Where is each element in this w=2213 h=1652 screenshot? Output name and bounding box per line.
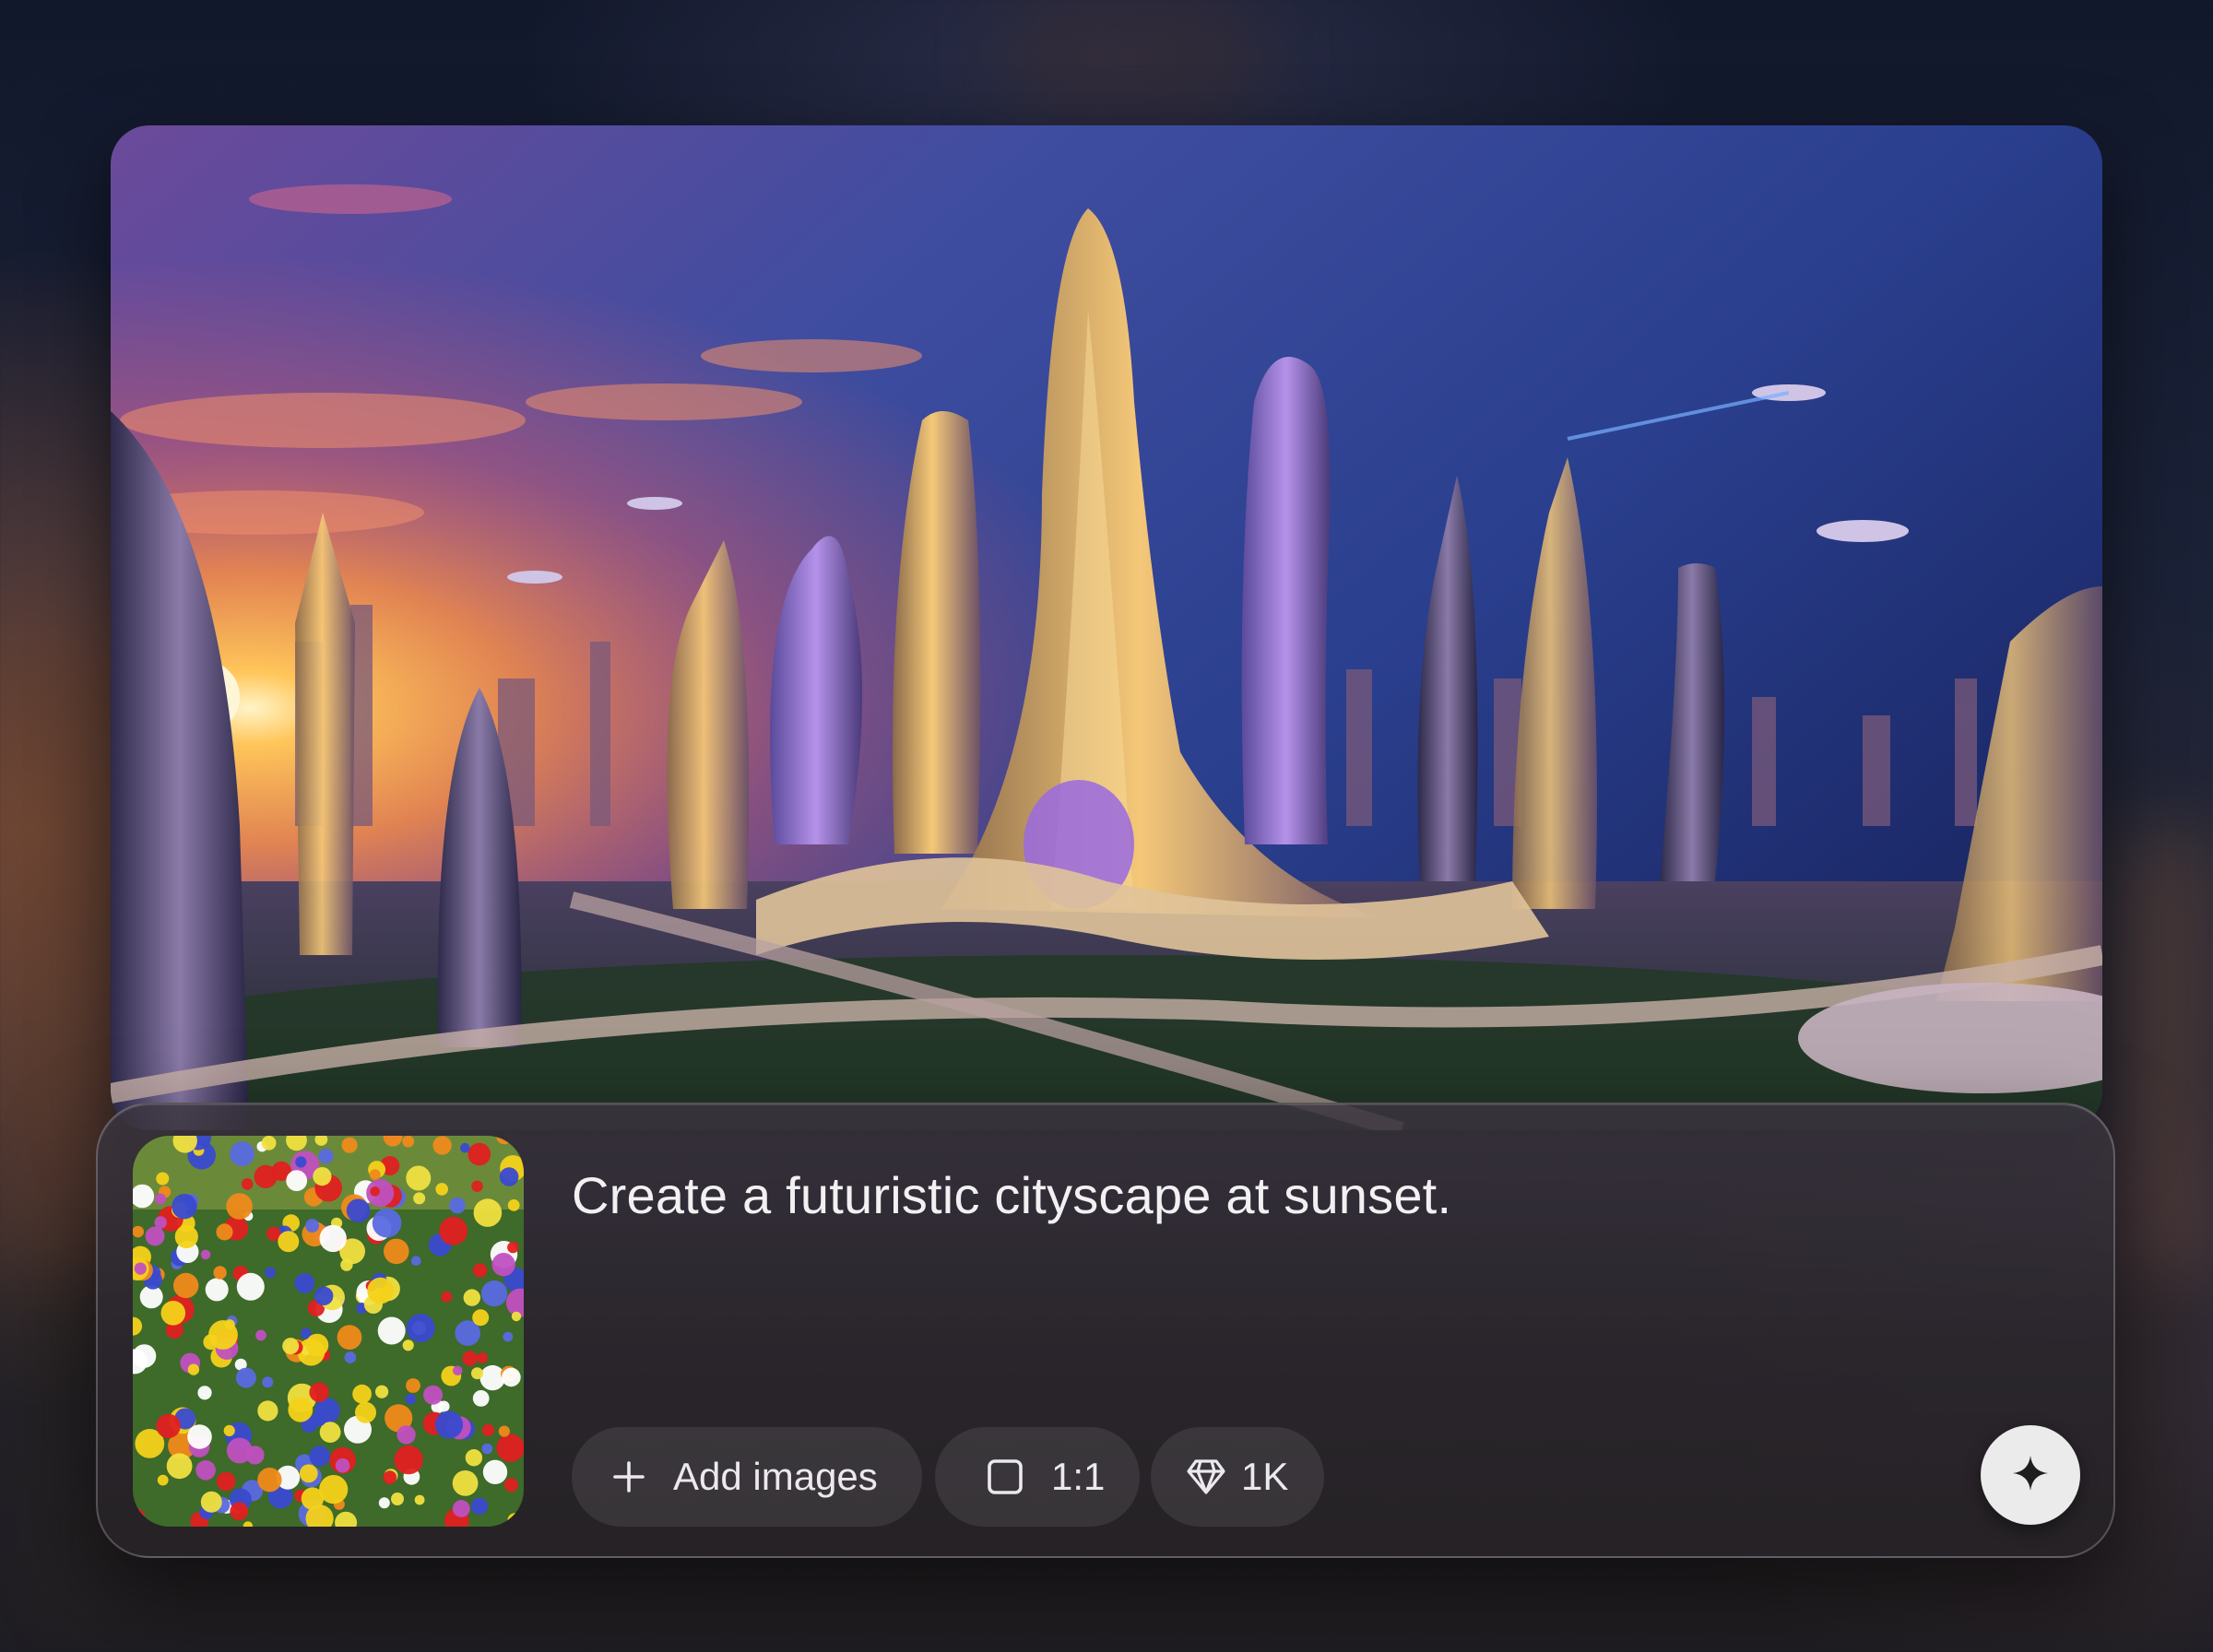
aspect-ratio-label: 1:1 (1051, 1455, 1106, 1498)
flower-field-thumbnail (133, 1136, 524, 1527)
plus-icon (612, 1460, 645, 1493)
diamond-icon (1186, 1458, 1226, 1495)
prompt-text[interactable]: Create a futuristic cityscape at sunset. (572, 1165, 1451, 1225)
quality-label: 1K (1241, 1455, 1289, 1498)
generated-image[interactable] (111, 125, 2102, 1130)
sparkle-icon (2010, 1453, 2051, 1498)
futuristic-cityscape-image (111, 125, 2102, 1130)
reference-image-thumbnail[interactable] (133, 1136, 524, 1527)
generate-button[interactable] (1981, 1425, 2080, 1525)
square-icon (987, 1458, 1024, 1495)
add-images-label: Add images (673, 1455, 878, 1498)
add-images-button[interactable]: Add images (572, 1427, 922, 1527)
prompt-panel: Create a futuristic cityscape at sunset.… (96, 1103, 2115, 1558)
aspect-ratio-button[interactable]: 1:1 (935, 1427, 1140, 1527)
quality-button[interactable]: 1K (1151, 1427, 1324, 1527)
